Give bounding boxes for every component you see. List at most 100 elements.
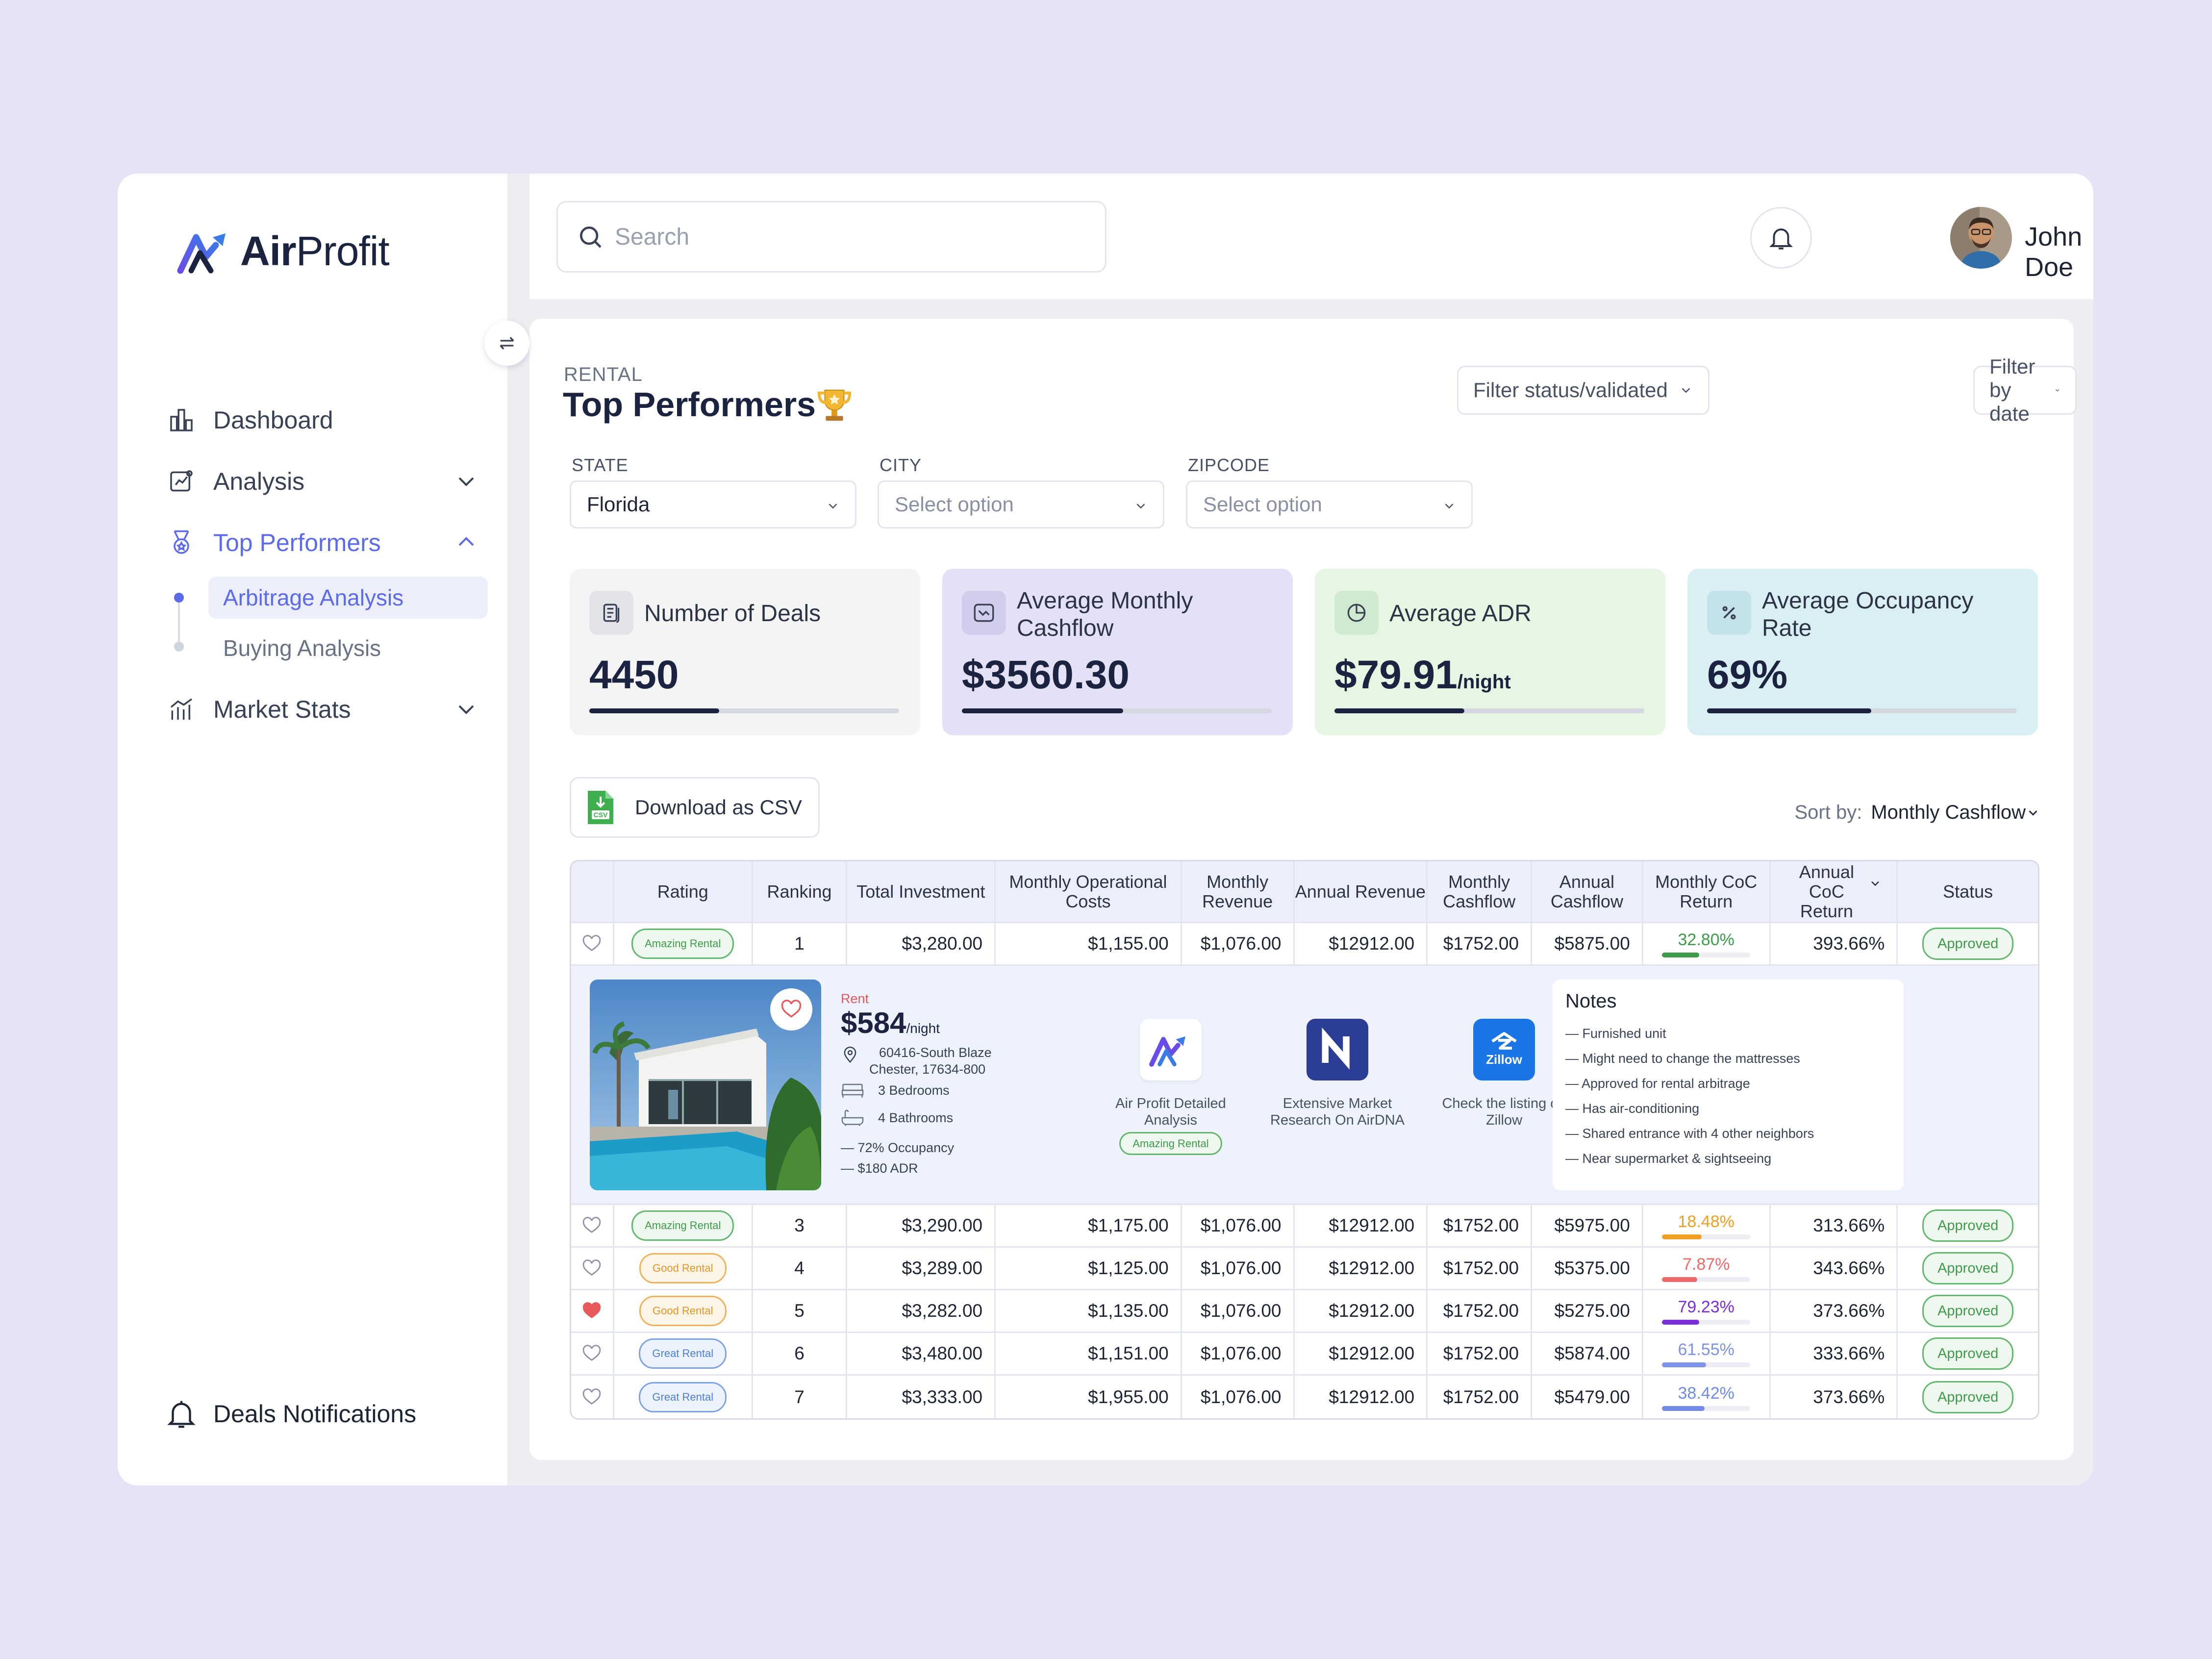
table-row[interactable]: Amazing Rental 1 $3,280.00 $1,155.00 $1,…: [571, 923, 2038, 966]
notifications-button[interactable]: [1750, 207, 1812, 269]
kpi-progress-bar: [1707, 708, 2017, 713]
rating-badge: Amazing Rental: [631, 929, 734, 959]
kpi-card-number-of-deals: Number of Deals 4450: [570, 569, 920, 735]
swap-arrows-icon: [500, 337, 514, 350]
rating-cell: Amazing Rental: [614, 923, 753, 964]
address-line1: 60416-South Blaze: [879, 1045, 992, 1060]
airprofit-analysis-link[interactable]: Air Profit Detailed Analysis Amazing Ren…: [1097, 1019, 1244, 1155]
bell-icon: [167, 1401, 196, 1428]
sort-dropdown[interactable]: Sort by: Monthly Cashflow: [1794, 802, 2040, 824]
header-favorite: [571, 861, 614, 922]
header-annual-revenue[interactable]: Annual Revenue: [1295, 861, 1428, 922]
monthly-revenue-cell: $1,076.00: [1182, 1205, 1295, 1246]
table-row[interactable]: Great Rental 7 $3,333.00 $1,955.00 $1,07…: [571, 1376, 2038, 1418]
annual-revenue-cell: $12912.00: [1295, 1290, 1428, 1332]
header-monthly-cashflow[interactable]: Monthly Cashflow: [1428, 861, 1533, 922]
monthly-cashflow-cell: $1752.00: [1428, 923, 1533, 964]
kpi-card-title: Number of Deals: [644, 601, 821, 627]
user-avatar[interactable]: [1950, 207, 2012, 269]
photo-favorite-button[interactable]: [770, 988, 812, 1031]
rating-cell: Great Rental: [614, 1333, 753, 1374]
filter-date-dropdown[interactable]: Filter by date: [1973, 355, 2077, 425]
sidebar-collapse-button[interactable]: [484, 321, 529, 366]
monthly-revenue-cell: $1,076.00: [1182, 923, 1295, 964]
note-item: — Has air-conditioning: [1565, 1101, 1700, 1116]
sidebar-subitem-buying-analysis[interactable]: Buying Analysis: [208, 627, 488, 669]
chevron-down-icon[interactable]: [454, 697, 478, 721]
ranking-cell: 6: [753, 1333, 848, 1374]
chevron-up-icon[interactable]: [454, 530, 478, 554]
table-row[interactable]: Great Rental 6 $3,480.00 $1,151.00 $1,07…: [571, 1333, 2038, 1376]
monthly-coc-cell: 7.87%: [1643, 1248, 1771, 1289]
filter-date-label: Filter by date: [1989, 355, 2036, 425]
user-name[interactable]: John Doe: [2025, 222, 2093, 282]
kpi-progress-bar: [589, 708, 899, 713]
notes-title: Notes: [1565, 990, 1617, 1012]
monthly-cashflow-cell: $1752.00: [1428, 1333, 1533, 1374]
adr-info: — $180 ADR: [841, 1161, 918, 1176]
kpi-progress-bar: [962, 708, 1272, 713]
annual-coc-cell: 343.66%: [1771, 1248, 1898, 1289]
chevron-down-icon[interactable]: [454, 469, 478, 493]
header-ranking[interactable]: Ranking: [753, 861, 848, 922]
download-csv-button[interactable]: CSV Download as CSV: [570, 777, 820, 838]
sidebar-subitem-arbitrage-analysis[interactable]: Arbitrage Analysis: [208, 577, 488, 619]
header-status[interactable]: Status: [1898, 861, 2038, 922]
header-annual-cashflow[interactable]: Annual Cashflow: [1532, 861, 1643, 922]
search-box[interactable]: [556, 201, 1106, 273]
total-investment-cell: $3,290.00: [847, 1205, 996, 1246]
app-window: AirProfit Dashboard Analysis Top Perform…: [118, 174, 2093, 1485]
state-select[interactable]: Florida: [570, 480, 856, 528]
header-annual-coc-return-label: Annual CoC Return: [1799, 861, 1854, 921]
city-select[interactable]: Select option: [878, 480, 1164, 528]
filter-status-label: Filter status/validated: [1473, 378, 1668, 402]
search-icon: [580, 226, 602, 248]
status-badge: Approved: [1922, 928, 2014, 960]
annual-cashflow-cell: $5479.00: [1532, 1376, 1643, 1418]
table-row[interactable]: Amazing Rental 3 $3,290.00 $1,175.00 $1,…: [571, 1205, 2038, 1248]
monthly-operational-costs-cell: $1,135.00: [996, 1290, 1182, 1332]
sidebar-item-label: Dashboard: [213, 406, 333, 434]
heart-icon[interactable]: [582, 1301, 602, 1321]
deals-notifications-label: Deals Notifications: [213, 1400, 417, 1428]
rating-badge: Amazing Rental: [631, 1210, 734, 1241]
sidebar-item-top-performers[interactable]: Top Performers: [164, 512, 478, 573]
filter-status-dropdown[interactable]: Filter status/validated: [1457, 366, 1709, 415]
heart-icon[interactable]: [582, 1344, 602, 1363]
monthly-coc-value: 32.80%: [1678, 930, 1734, 949]
header-total-investment[interactable]: Total Investment: [847, 861, 996, 922]
annual-revenue-cell: $12912.00: [1295, 1248, 1428, 1289]
header-annual-coc-return[interactable]: Annual CoC Return: [1771, 861, 1898, 922]
airdna-research-link[interactable]: Extensive Market Research On AirDNA: [1264, 1019, 1411, 1129]
favorite-cell: [571, 1333, 614, 1374]
monthly-revenue-cell: $1,076.00: [1182, 1248, 1295, 1289]
search-input[interactable]: [615, 223, 1056, 251]
header-rating[interactable]: Rating: [614, 861, 753, 922]
heart-icon[interactable]: [582, 1216, 602, 1235]
sidebar-item-dashboard[interactable]: Dashboard: [164, 389, 478, 451]
bedrooms-info: 3 Bedrooms: [841, 1081, 950, 1099]
header-monthly-operational-costs[interactable]: Monthly Operational Costs: [996, 861, 1182, 922]
monthly-coc-cell: 79.23%: [1643, 1290, 1771, 1332]
property-photo[interactable]: [590, 980, 821, 1190]
sidebar-item-deals-notifications[interactable]: Deals Notifications: [164, 1397, 416, 1431]
table-row[interactable]: Good Rental 4 $3,289.00 $1,125.00 $1,076…: [571, 1248, 2038, 1290]
heart-icon[interactable]: [582, 1258, 602, 1278]
monthly-coc-cell: 32.80%: [1643, 923, 1771, 964]
sidebar-item-analysis[interactable]: Analysis: [164, 451, 478, 512]
kpi-progress-fill: [962, 708, 1123, 713]
heart-icon[interactable]: [582, 1387, 602, 1407]
status-cell: Approved: [1898, 923, 2038, 964]
annual-revenue-cell: $12912.00: [1295, 1205, 1428, 1246]
notes-panel: Notes — Furnished unit — Might need to ch…: [1553, 980, 1904, 1190]
sidebar-item-market-stats[interactable]: Market Stats: [164, 679, 478, 740]
note-item: — Furnished unit: [1565, 1026, 1666, 1041]
airprofit-logo[interactable]: AirProfit: [176, 226, 390, 276]
header-monthly-coc-return[interactable]: Monthly CoC Return: [1643, 861, 1771, 922]
header-monthly-revenue[interactable]: Monthly Revenue: [1182, 861, 1295, 922]
monthly-cashflow-cell: $1752.00: [1428, 1248, 1533, 1289]
kpi-card-average-adr: Average ADR $79.91/night: [1315, 569, 1665, 735]
zipcode-select[interactable]: Select option: [1186, 480, 1473, 528]
table-row[interactable]: Good Rental 5 $3,282.00 $1,135.00 $1,076…: [571, 1290, 2038, 1333]
heart-icon[interactable]: [582, 934, 602, 954]
